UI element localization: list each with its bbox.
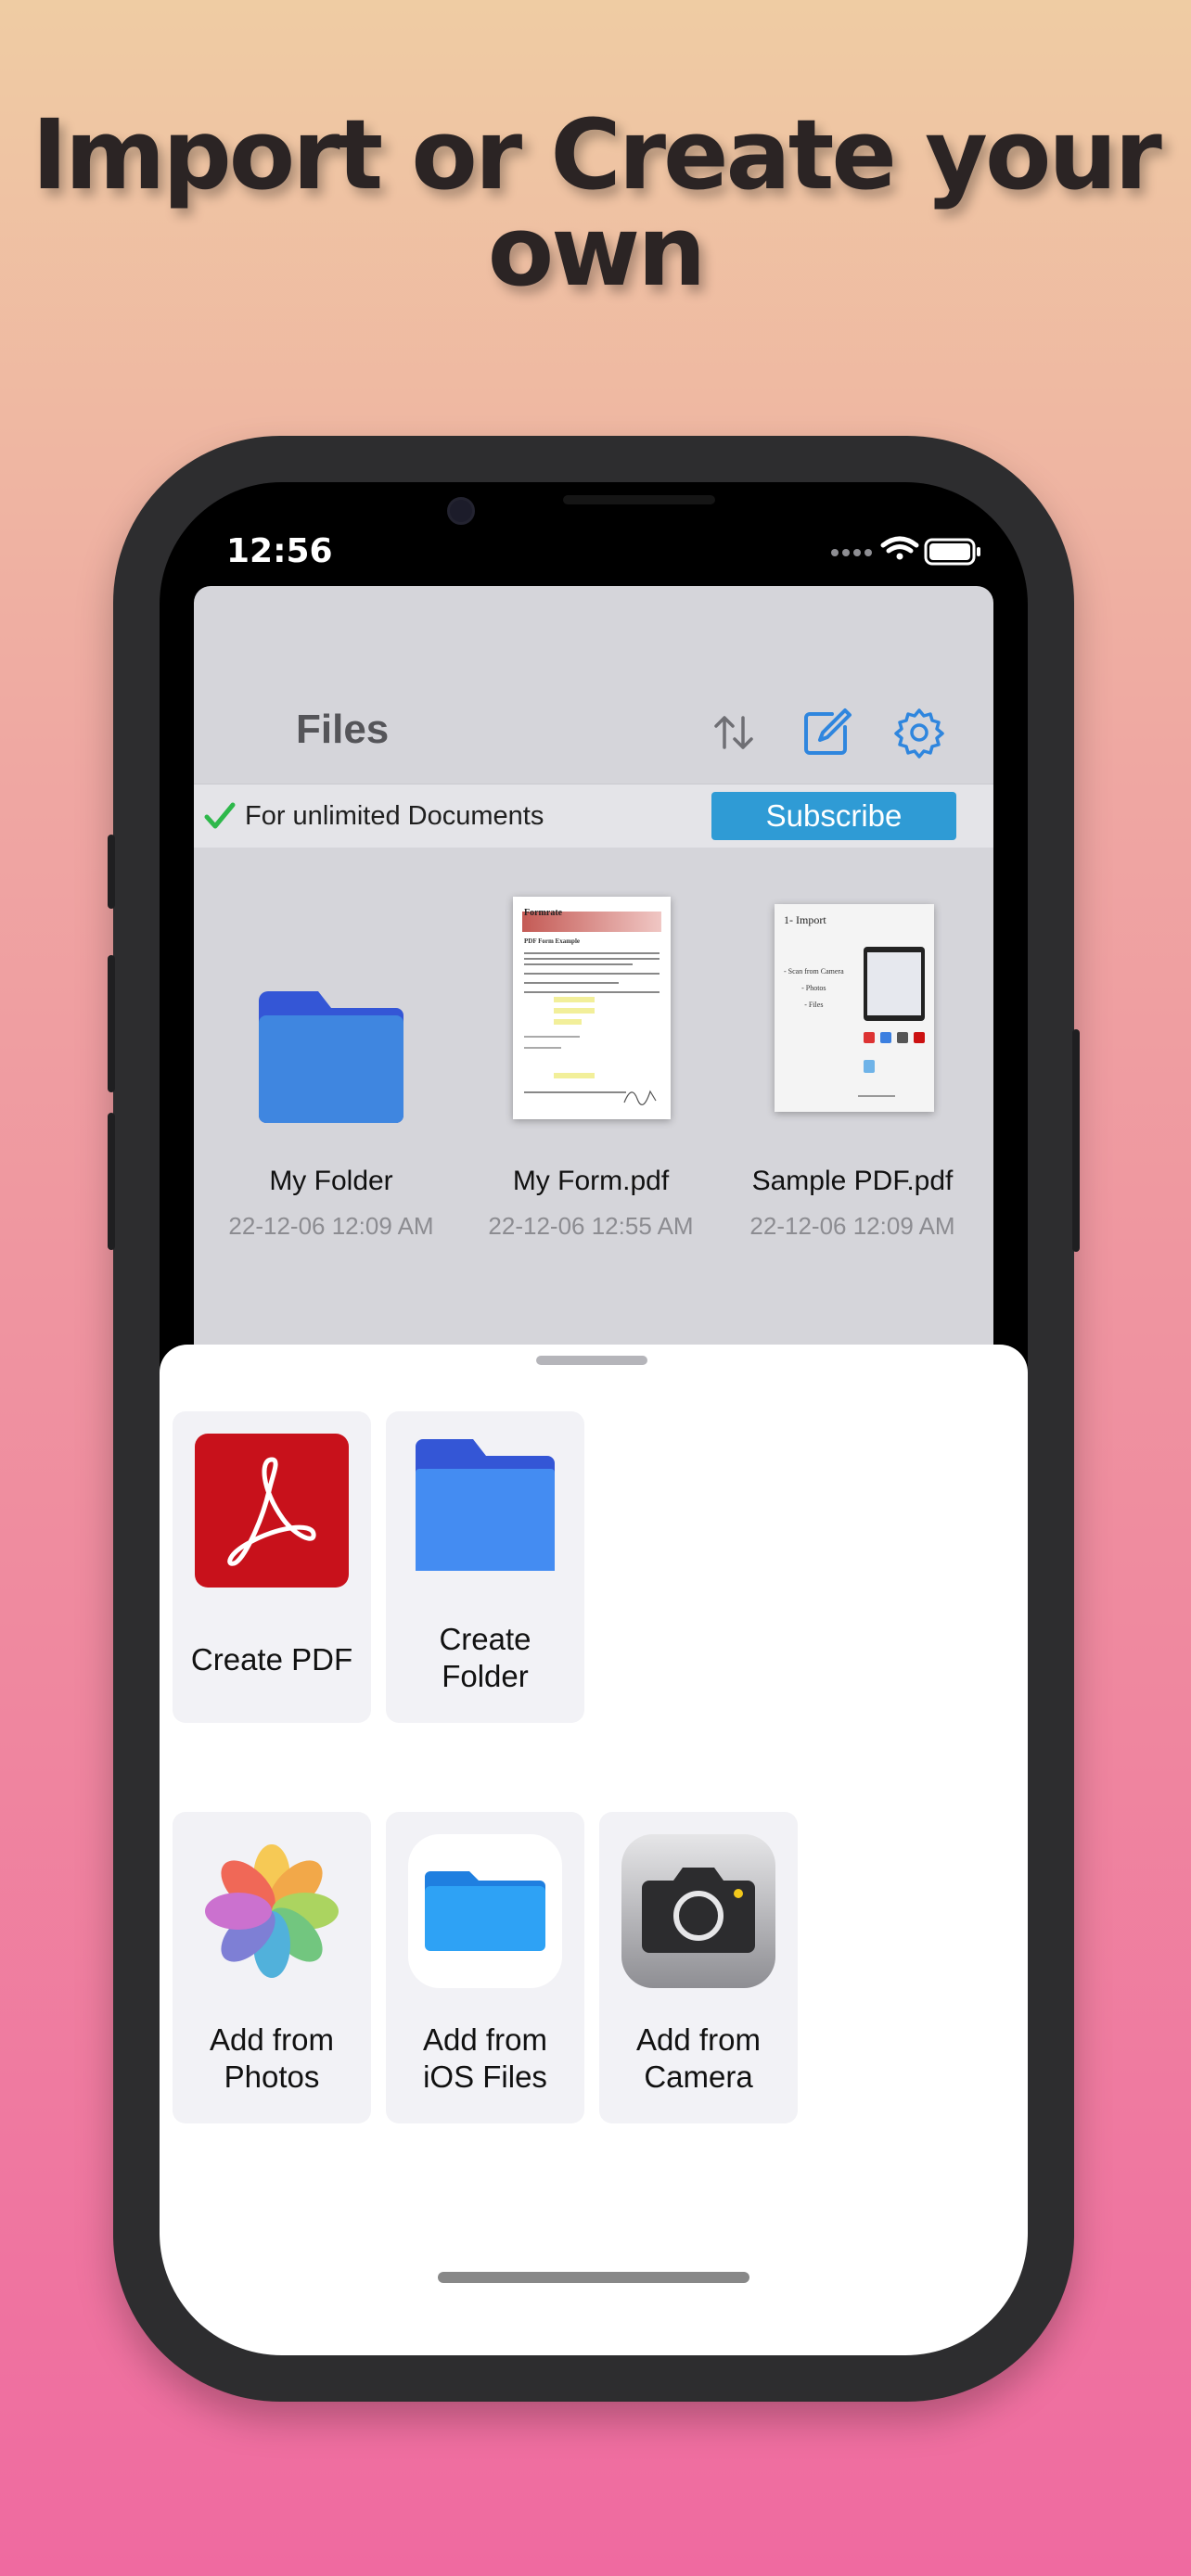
thumb-list: - Scan from Camera - Photos - Files [784, 963, 844, 1014]
gear-icon[interactable] [893, 707, 945, 759]
add-from-photos-button[interactable]: Add from Photos [173, 1812, 371, 2123]
files-app: Files For unlimited Documents Subscribe … [194, 586, 993, 1421]
thumb-icon [880, 1032, 891, 1043]
tile-label: Add from [423, 2022, 547, 2057]
file-name: My Folder [269, 1166, 393, 1196]
thumb-heading: PDF Form Example [524, 937, 581, 945]
compose-icon[interactable] [800, 707, 852, 759]
thumb-field [554, 1073, 595, 1078]
create-folder-button[interactable]: Create Folder [386, 1411, 584, 1723]
home-indicator[interactable] [438, 2272, 749, 2283]
tile-label: Photos [224, 2060, 320, 2094]
pdf-thumbnail: 1- Import - Scan from Camera - Photos - … [775, 904, 934, 1112]
add-from-camera-button[interactable]: Add from Camera [599, 1812, 798, 2123]
tile-label: Camera [644, 2060, 753, 2094]
create-pdf-button[interactable]: Create PDF [173, 1411, 371, 1723]
side-button-volume-up [108, 955, 115, 1092]
thumb-phone [864, 947, 925, 1021]
tile-label: Add from [636, 2022, 761, 2057]
tile-label: Folder [442, 1659, 529, 1693]
thumb-list-item: - Files [804, 1001, 824, 1009]
signature-scribble [623, 1090, 657, 1105]
page-title: Files [296, 707, 390, 752]
thumb-list-item: - Photos [801, 984, 826, 992]
phone-screen: 12:56 Files For unlimited Documents Subs… [160, 482, 1028, 2355]
file-date: 22-12-06 12:09 AM [228, 1212, 434, 1240]
headline-line-2: own [487, 195, 707, 308]
checkmark-icon [204, 802, 236, 829]
thumb-title: 1- Import [784, 913, 826, 926]
thumb-field [554, 1008, 595, 1014]
thumb-icon [864, 1060, 875, 1073]
side-button-volume-down [108, 1113, 115, 1250]
file-name: Sample PDF.pdf [751, 1166, 954, 1196]
speaker-grille [563, 495, 715, 504]
thumb-field [554, 997, 595, 1002]
sort-arrows-icon[interactable] [708, 707, 760, 759]
battery-icon [924, 538, 980, 566]
file-date: 22-12-06 12:55 AM [488, 1212, 694, 1240]
file-name: My Form.pdf [512, 1166, 670, 1196]
phone-frame: 12:56 Files For unlimited Documents Subs… [108, 436, 1080, 2402]
camera-icon [621, 1834, 775, 1988]
tile-label: Add from [210, 2022, 334, 2057]
photos-icon [205, 1844, 339, 1978]
thumb-phone-screen [867, 952, 921, 1015]
folder-icon [416, 1439, 555, 1571]
subscribe-banner: For unlimited Documents Subscribe [194, 784, 993, 848]
pdf-thumbnail: Formrate PDF Form Example [513, 897, 671, 1119]
add-from-ios-files-button[interactable]: Add from iOS Files [386, 1812, 584, 2123]
subscribe-button[interactable]: Subscribe [711, 792, 956, 840]
file-date: 22-12-06 12:09 AM [749, 1212, 955, 1240]
headline: Import or Create your own [0, 107, 1191, 300]
side-button-mute [108, 835, 115, 909]
action-sheet: Create PDF Create Folder Add from Photos… [160, 1345, 1028, 2355]
headline-line-1: Import or Create your [32, 98, 1161, 211]
wifi-icon [880, 536, 919, 560]
thumb-field [554, 1019, 582, 1025]
thumb-line [524, 1091, 626, 1093]
thumb-icon [864, 1032, 875, 1043]
pdf-icon [195, 1434, 349, 1588]
files-app-icon [408, 1834, 562, 1988]
signal-dots-icon [831, 549, 872, 556]
thumb-line [524, 1047, 561, 1049]
tile-label: Create PDF [190, 1642, 353, 1677]
thumb-lines [524, 949, 660, 1001]
thumb-icon [914, 1032, 925, 1043]
thumb-header-text: Formrate [524, 908, 563, 918]
camera-dot [447, 497, 475, 525]
side-button-power [1072, 1029, 1080, 1252]
notch [410, 482, 777, 553]
thumb-footer [858, 1095, 895, 1097]
status-icons [831, 536, 980, 566]
thumb-line [524, 1036, 580, 1038]
thumb-list-item: - Scan from Camera [784, 967, 844, 976]
status-time: 12:56 [226, 532, 333, 570]
tile-label: iOS Files [423, 2060, 547, 2094]
sheet-grabber[interactable] [536, 1356, 647, 1365]
thumb-icon [897, 1032, 908, 1043]
banner-text: For unlimited Documents [245, 801, 544, 831]
folder-icon [259, 991, 403, 1123]
tile-label: Create [439, 1622, 531, 1656]
